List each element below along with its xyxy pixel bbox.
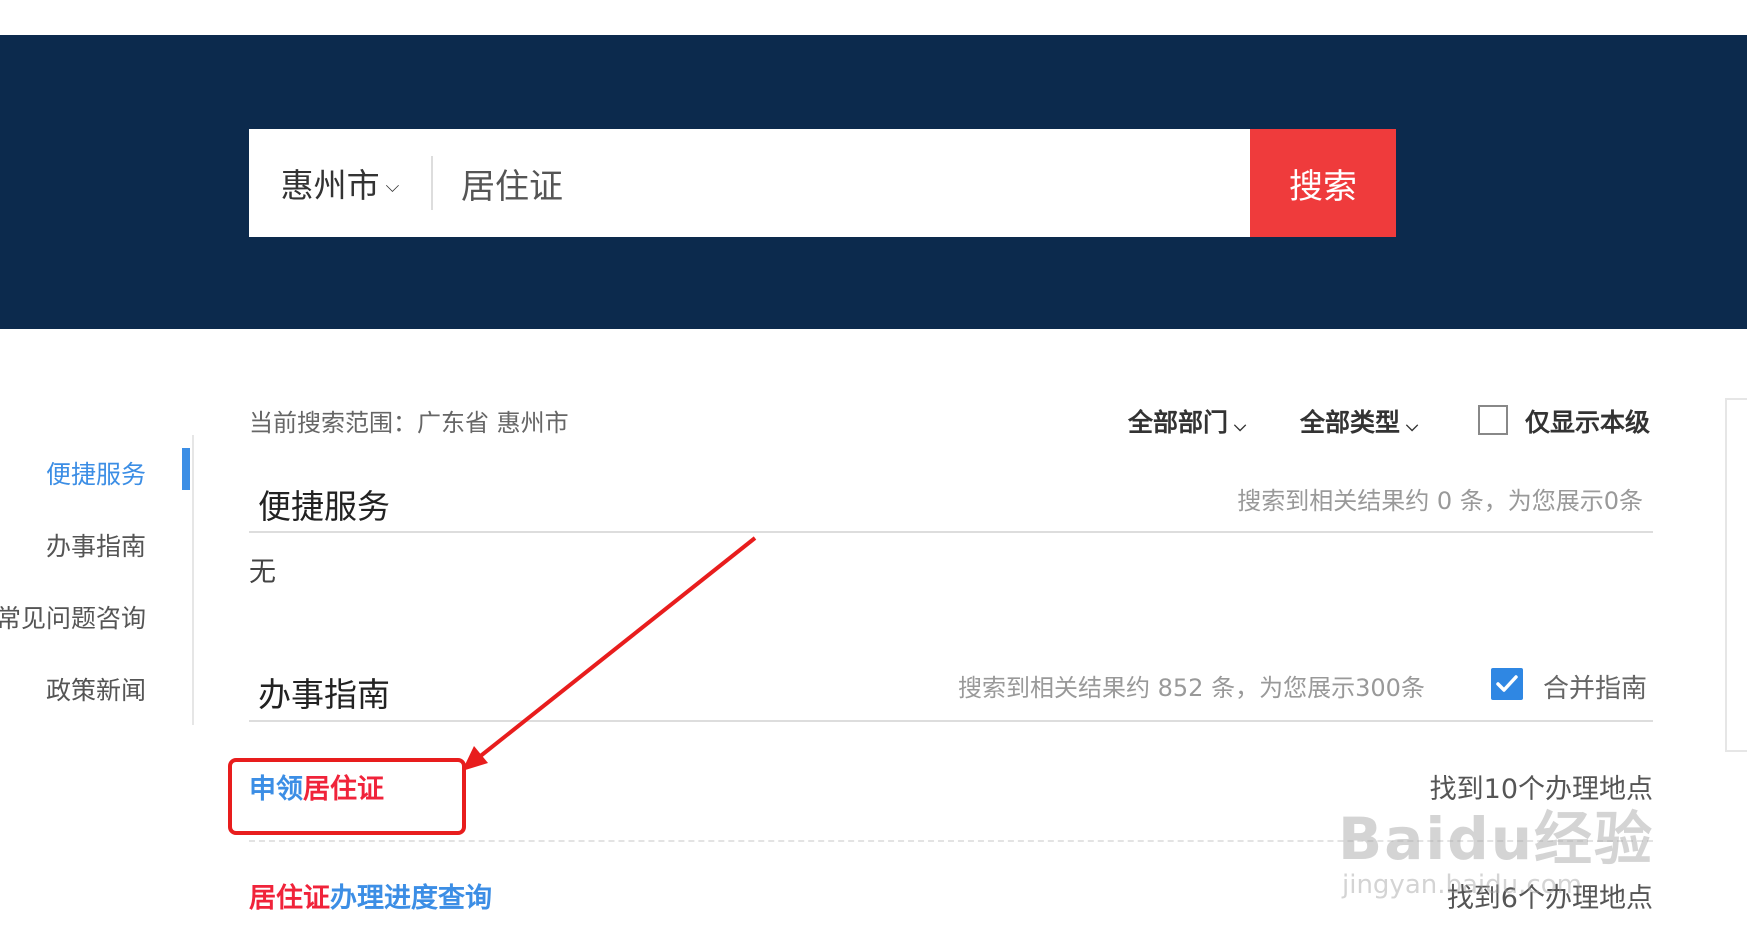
watermark-brand: Baidu经验 (1338, 805, 1655, 873)
baidu-jingyan-watermark: Baidu经验 jingyan.baidu.com (1338, 792, 1654, 900)
